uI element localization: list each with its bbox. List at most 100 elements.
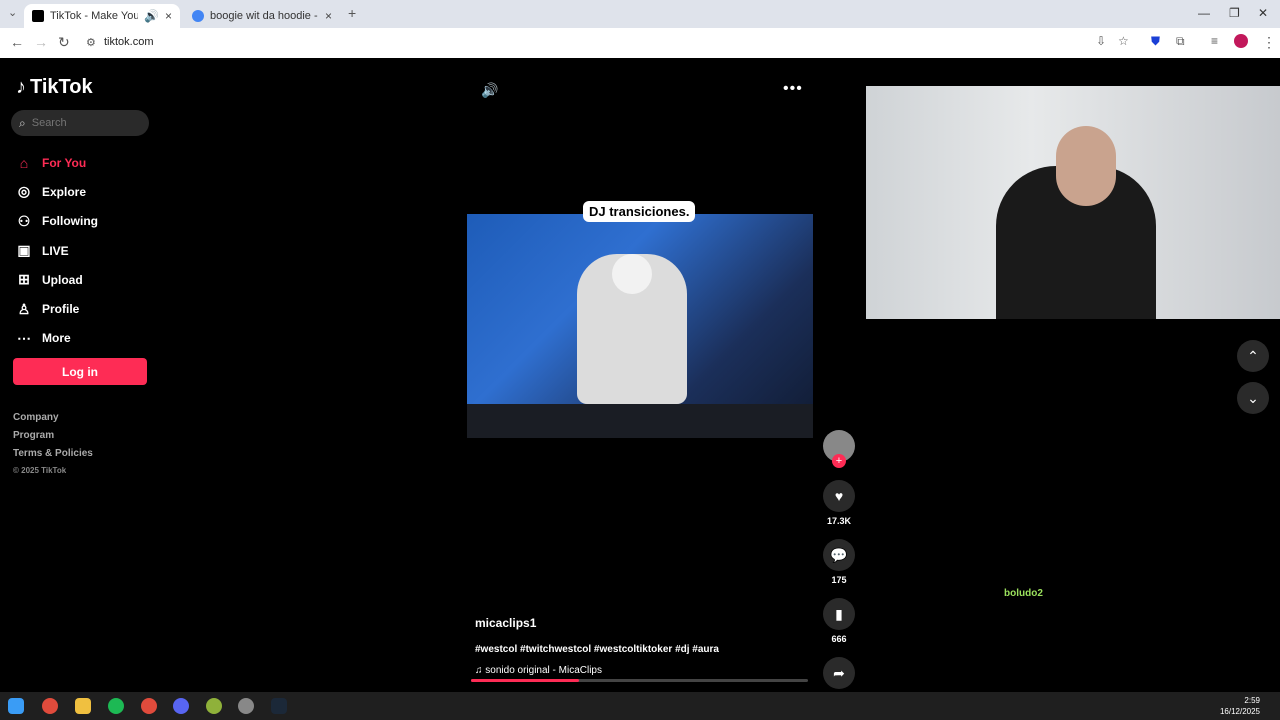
clock-time: 2:59 — [1244, 696, 1260, 705]
bookmark-star-icon[interactable]: ☆ — [1118, 34, 1129, 48]
video-progress-bar[interactable] — [471, 679, 808, 682]
video-username[interactable]: micaclips1 — [475, 616, 719, 630]
like-action[interactable]: ♥ 17.3K — [823, 480, 855, 526]
extensions-icon[interactable]: ⧉ — [1176, 34, 1185, 49]
tab-label: boogie wit da hoodie - Google — [210, 10, 319, 22]
bookmark-icon[interactable]: ▮ — [823, 598, 855, 630]
sidebar-item-label: Following — [42, 214, 98, 229]
address-bar: ← → ↻ ⚙ tiktok.com ⇩ ☆ ⛊ ⧉ ≡ ⋮ — [0, 28, 1280, 58]
tab-tiktok[interactable]: TikTok - Make Your Day 🔊 × — [24, 4, 180, 28]
webcam-face — [1056, 126, 1116, 206]
app-icon[interactable] — [206, 698, 222, 714]
url-field[interactable]: tiktok.com — [104, 36, 154, 48]
tiktok-logo[interactable]: ♪ TikTok — [16, 76, 93, 99]
google-favicon-icon — [192, 10, 204, 22]
sidebar-footer: Company Program Terms & Policies © 2025 … — [13, 412, 93, 484]
spotify-icon[interactable] — [108, 698, 124, 714]
sidebar-nav: ⌂ For You ◎ Explore ⚇ Following ▣ LIVE ⊞ Uplo… — [16, 148, 98, 353]
video-player[interactable] — [467, 214, 813, 438]
footer-link-terms[interactable]: Terms & Policies — [13, 448, 93, 466]
sidebar-item-profile[interactable]: ♙ Profile — [16, 294, 98, 323]
reload-icon[interactable]: ↻ — [58, 34, 70, 51]
chevron-down-icon: ⌄ — [1247, 389, 1259, 406]
tiktok-favicon-icon — [32, 10, 44, 22]
maximize-icon[interactable]: ❐ — [1229, 6, 1240, 20]
video-caption-badge: DJ transiciones. — [583, 201, 696, 222]
chrome-active-icon[interactable] — [141, 698, 157, 714]
sidebar-item-label: Profile — [42, 302, 80, 317]
browser-menu-icon[interactable]: ⋮ — [1262, 34, 1276, 51]
install-icon[interactable]: ⇩ — [1096, 34, 1106, 48]
close-tab-icon[interactable]: × — [165, 9, 172, 23]
close-window-icon[interactable]: ✕ — [1258, 6, 1268, 20]
windows-start-icon[interactable] — [8, 698, 24, 714]
speaker-icon[interactable]: 🔊 — [144, 9, 159, 23]
video-meta: micaclips1 #westcol #twitchwestcol #west… — [475, 616, 719, 676]
tiktok-page: ♪ TikTok ⌕ ⌂ For You ◎ Explore ⚇ Following … — [0, 58, 1280, 703]
steam-icon[interactable] — [271, 698, 287, 714]
save-action[interactable]: ▮ 666 — [823, 598, 855, 644]
tab-google[interactable]: boogie wit da hoodie - Google × — [184, 4, 340, 28]
tab-list-icon[interactable]: ⌄ — [8, 6, 17, 19]
sidebar-item-label: For You — [42, 155, 87, 170]
comment-action[interactable]: 💬 175 — [823, 539, 855, 585]
sidebar-item-live[interactable]: ▣ LIVE — [16, 236, 98, 265]
person-icon: ♙ — [17, 300, 31, 317]
search-icon: ⌕ — [19, 115, 26, 130]
footer-link-company[interactable]: Company — [13, 412, 93, 430]
sidebar-item-label: Upload — [42, 272, 83, 287]
video-hashtags[interactable]: #westcol #twitchwestcol #westcoltiktoker… — [475, 644, 719, 655]
close-tab-icon[interactable]: × — [325, 9, 332, 23]
chrome-icon[interactable] — [42, 698, 58, 714]
follow-plus-icon[interactable]: + — [832, 454, 846, 468]
video-frame-deck — [467, 404, 813, 438]
sidebar-item-for-you[interactable]: ⌂ For You — [16, 148, 98, 177]
sidebar-item-more[interactable]: ⋯ More — [16, 324, 98, 353]
clock-date: 16/12/2025 — [1219, 707, 1260, 716]
file-explorer-icon[interactable] — [75, 698, 91, 714]
obs-icon[interactable] — [238, 698, 254, 714]
next-video-button[interactable]: ⌄ — [1237, 382, 1269, 414]
extension-shield-icon[interactable]: ⛊ — [1151, 34, 1160, 49]
profile-avatar[interactable] — [1234, 34, 1248, 48]
search-input[interactable] — [31, 117, 132, 129]
comment-icon[interactable]: 💬 — [823, 539, 855, 571]
video-sound[interactable]: ♫ sonido original - MicaClips — [475, 665, 719, 676]
volume-icon[interactable]: 🔊 — [481, 82, 498, 99]
video-sound-label: sonido original - MicaClips — [485, 665, 602, 676]
browser-tab-bar: ⌄ TikTok - Make Your Day 🔊 × boogie wit … — [0, 0, 1280, 28]
chevron-up-icon: ⌃ — [1247, 347, 1259, 364]
copyright-text: © 2025 TikTok — [13, 466, 67, 475]
compass-icon: ◎ — [17, 183, 31, 200]
tiktok-note-icon: ♪ — [16, 76, 26, 98]
home-icon: ⌂ — [19, 154, 29, 171]
back-icon[interactable]: ← — [10, 34, 24, 50]
music-note-icon: ♫ — [475, 665, 483, 676]
creator-avatar[interactable]: + — [823, 430, 855, 468]
more-options-icon[interactable]: ••• — [783, 80, 803, 98]
like-count: 17.3K — [826, 516, 852, 526]
footer-link-program[interactable]: Program — [13, 430, 93, 448]
forward-icon[interactable]: → — [34, 34, 48, 50]
windows-taskbar: 2:59 16/12/2025 — [0, 692, 1280, 720]
new-tab-icon[interactable]: + — [348, 5, 356, 21]
discord-icon[interactable] — [173, 698, 189, 714]
login-button[interactable]: Log in — [13, 358, 147, 385]
media-control-icon[interactable]: ≡ — [1211, 34, 1218, 48]
share-icon[interactable]: ➦ — [823, 657, 855, 689]
streamer-webcam-overlay — [866, 86, 1280, 319]
previous-video-button[interactable]: ⌃ — [1237, 340, 1269, 372]
sidebar-item-following[interactable]: ⚇ Following — [16, 207, 98, 236]
video-actions: + ♥ 17.3K 💬 175 ▮ 666 ➦ 3303 — [823, 430, 855, 703]
tab-label: TikTok - Make Your Day — [50, 10, 139, 22]
heart-icon[interactable]: ♥ — [823, 480, 855, 512]
logo-text: TikTok — [30, 76, 93, 98]
sidebar-item-upload[interactable]: ⊞ Upload — [16, 265, 98, 294]
minimize-icon[interactable]: — — [1198, 6, 1210, 20]
site-info-icon[interactable]: ⚙ — [86, 36, 96, 49]
system-clock[interactable]: 2:59 16/12/2025 — [1220, 695, 1260, 717]
search-box[interactable]: ⌕ — [11, 110, 149, 136]
sidebar-item-label: Explore — [42, 184, 87, 199]
users-icon: ⚇ — [17, 212, 31, 229]
sidebar-item-explore[interactable]: ◎ Explore — [16, 177, 98, 206]
